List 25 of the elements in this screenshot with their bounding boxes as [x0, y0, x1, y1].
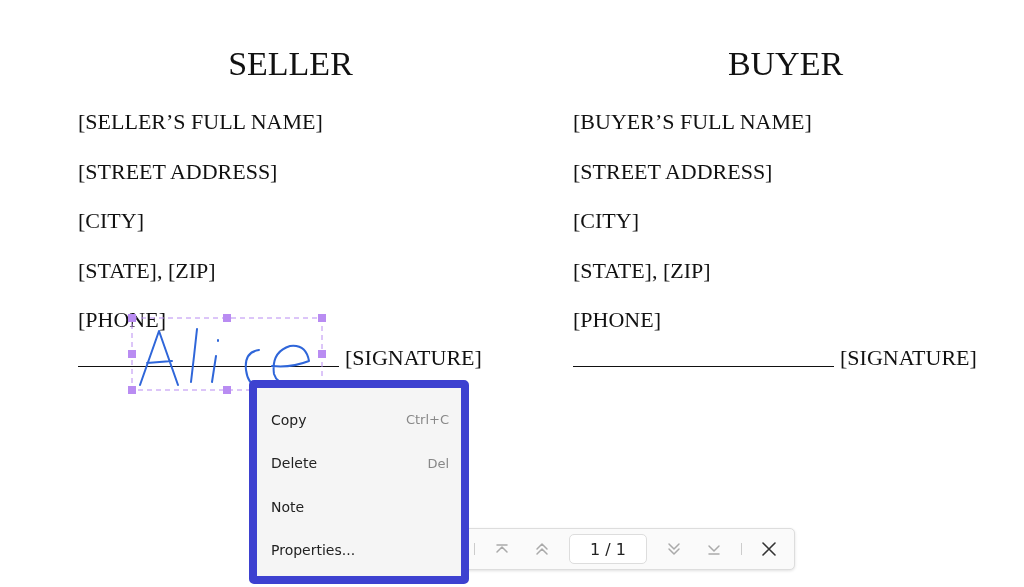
menu-item[interactable]: Copy Ctrl+C [257, 398, 461, 442]
shortcut-label: Del [427, 455, 449, 471]
signature-label: [SIGNATURE] [345, 344, 482, 371]
page-field[interactable]: 1 / 1 [569, 534, 647, 564]
form-line: [STATE], [ZIP] [78, 257, 216, 284]
menu-item[interactable]: Note [257, 485, 461, 529]
form-line: [CITY] [573, 208, 639, 235]
signature-label: [SIGNATURE] [840, 344, 977, 371]
form-line: [SELLER’S FULL NAME] [78, 109, 323, 135]
menu-label: Delete [271, 455, 317, 472]
form-line: [CITY] [78, 208, 144, 235]
section-heading: BUYER [726, 44, 845, 84]
menu-item[interactable]: Properties... [257, 528, 461, 572]
menu-label: Properties... [271, 542, 356, 559]
section-heading: SELLER [227, 44, 354, 84]
form-line: [STATE], [ZIP] [573, 257, 711, 284]
form-line: [PHONE] [573, 307, 661, 334]
menu-item[interactable]: Delete Del [257, 441, 461, 485]
form-line: [STREET ADDRESS] [78, 158, 278, 185]
menu-label: Copy [271, 411, 307, 428]
form-line: [PHONE] [78, 307, 166, 334]
form-line: [STREET ADDRESS] [573, 158, 773, 185]
shortcut-label: Ctrl+C [405, 412, 449, 428]
menu-label: Note [271, 498, 305, 515]
form-line: [BUYER’S FULL NAME] [573, 109, 812, 135]
